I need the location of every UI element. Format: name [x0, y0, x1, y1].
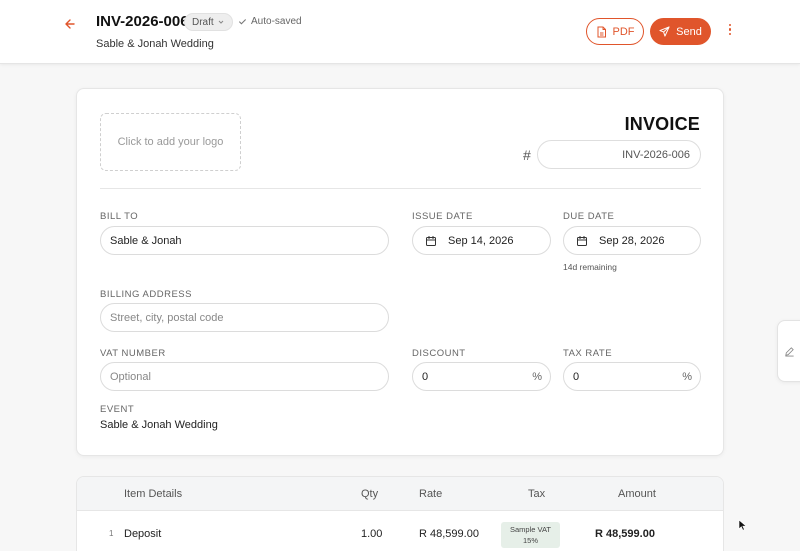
pdf-button[interactable]: PDF: [586, 18, 644, 45]
tax-badge[interactable]: Sample VAT 15%: [501, 522, 560, 548]
status-dropdown[interactable]: Draft: [184, 13, 233, 31]
issue-date-value: Sep 14, 2026: [448, 234, 514, 247]
pdf-label: PDF: [612, 25, 635, 38]
invoice-number-field[interactable]: INV-2026-006: [537, 140, 701, 169]
tax-rate-field[interactable]: 0 %: [563, 362, 701, 391]
items-table: Item Details Qty Rate Tax Amount 1 Depos…: [76, 476, 724, 551]
arrow-left-icon[interactable]: [62, 16, 78, 32]
tax-rate-label: TAX RATE: [563, 348, 613, 359]
item-details-cell[interactable]: Deposit: [124, 528, 161, 540]
due-date-field[interactable]: Sep 28, 2026: [563, 226, 701, 255]
items-table-header: Item Details Qty Rate Tax Amount: [77, 477, 723, 511]
number-hash: #: [523, 147, 531, 163]
column-header: Item Details: [124, 488, 183, 500]
discount-field[interactable]: 0 %: [412, 362, 551, 391]
autosave-indicator: Auto-saved: [238, 16, 302, 27]
rate-cell[interactable]: R 48,599.00: [419, 528, 479, 540]
billing-address-label: BILLING ADDRESS: [100, 289, 192, 300]
tax-rate-unit: %: [682, 371, 692, 383]
due-date-value: Sep 28, 2026: [599, 234, 665, 247]
autosave-label: Auto-saved: [251, 16, 302, 27]
divider: [100, 188, 701, 189]
invoice-card: Click to add your logo INVOICE # INV-202…: [76, 88, 724, 456]
discount-value: 0: [422, 370, 429, 383]
check-icon: [238, 19, 247, 25]
due-remaining: 14d remaining: [563, 262, 617, 272]
column-header: Rate: [419, 488, 443, 500]
qty-cell[interactable]: 1.00: [361, 528, 382, 540]
file-icon: [597, 26, 606, 37]
top-bar: INV-2026-006 Draft Auto-saved Sable & Jo…: [0, 0, 800, 64]
column-header: Tax: [528, 488, 546, 500]
pencil-icon: [785, 347, 794, 357]
discount-unit: %: [532, 371, 542, 383]
vat-number-placeholder: Optional: [110, 370, 151, 383]
bill-to-label: BILL TO: [100, 211, 139, 222]
more-vertical-icon[interactable]: [724, 24, 736, 40]
chevron-down-icon: [218, 20, 224, 24]
row-number: 1: [109, 529, 114, 538]
calendar-icon: [426, 235, 436, 246]
status-label: Draft: [192, 16, 214, 28]
send-label: Send: [676, 25, 702, 38]
due-date-label: DUE DATE: [563, 211, 615, 222]
discount-label: DISCOUNT: [412, 348, 466, 359]
vat-number-field[interactable]: Optional: [100, 362, 389, 391]
tax-rate-value: 0: [573, 370, 580, 383]
billing-address-field[interactable]: Street, city, postal code: [100, 303, 389, 332]
logo-upload[interactable]: Click to add your logo: [100, 113, 241, 171]
issue-date-field[interactable]: Sep 14, 2026: [412, 226, 551, 255]
billing-address-placeholder: Street, city, postal code: [110, 311, 224, 324]
event-value: Sable & Jonah Wedding: [100, 419, 218, 431]
side-edit-tab[interactable]: [777, 320, 800, 382]
mouse-cursor-icon: [738, 519, 747, 531]
bill-to-value: Sable & Jonah: [110, 234, 182, 247]
send-icon: [659, 26, 670, 37]
column-header: Qty: [361, 488, 379, 500]
invoice-heading: INVOICE: [624, 114, 700, 134]
vat-number-label: VAT NUMBER: [100, 348, 166, 359]
client-subtitle: Sable & Jonah Wedding: [96, 38, 214, 50]
calendar-icon: [577, 235, 587, 246]
issue-date-label: ISSUE DATE: [412, 211, 473, 222]
send-button[interactable]: Send: [650, 18, 711, 45]
amount-cell: R 48,599.00: [595, 528, 655, 540]
tax-percent: 15%: [522, 536, 538, 545]
column-header: Amount: [618, 488, 656, 500]
bill-to-field[interactable]: Sable & Jonah: [100, 226, 389, 255]
event-label: EVENT: [100, 404, 135, 415]
tax-name: Sample VAT: [510, 525, 551, 534]
invoice-title: INV-2026-006: [96, 13, 189, 30]
